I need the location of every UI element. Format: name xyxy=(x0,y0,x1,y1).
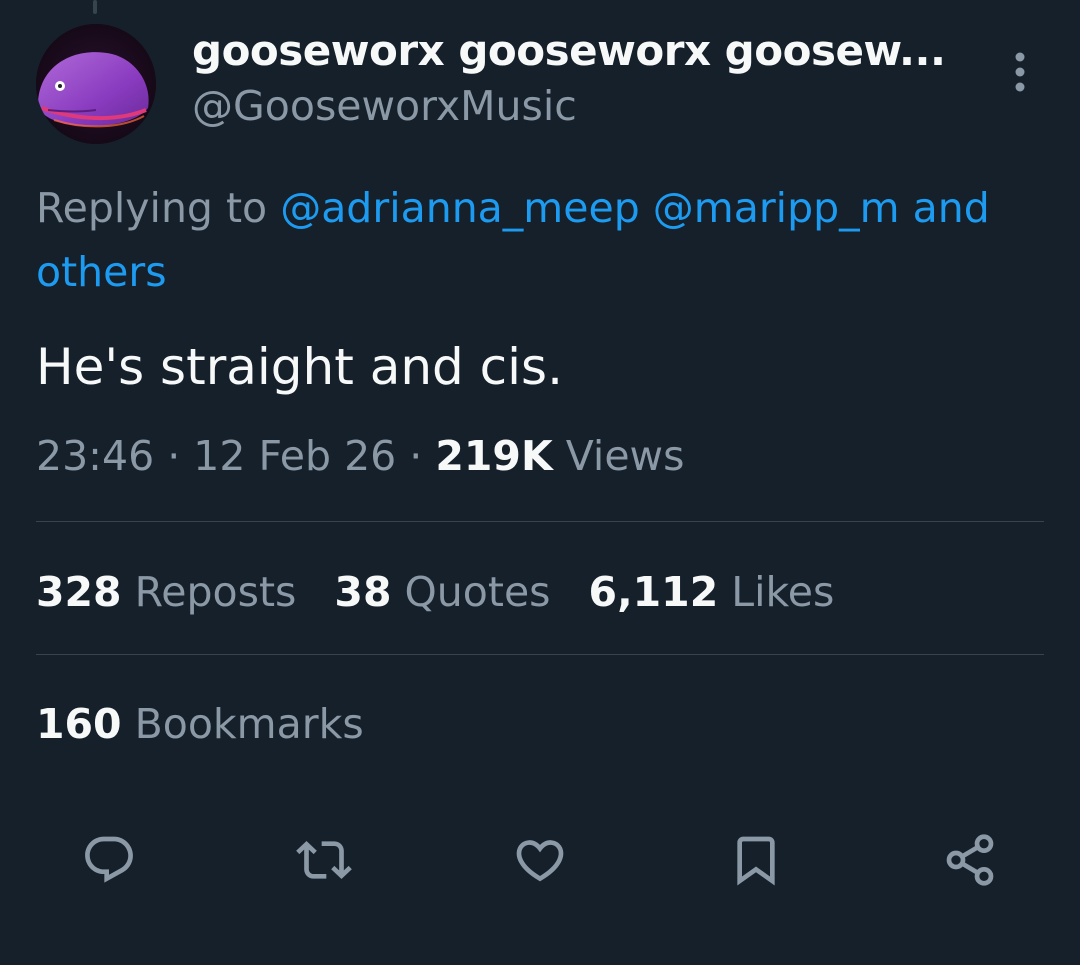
share-icon xyxy=(946,834,994,886)
mention-link[interactable]: @maripp_m xyxy=(653,184,900,232)
reposts-stat[interactable]: 328 Reposts xyxy=(36,560,296,624)
divider xyxy=(36,521,1044,522)
quotes-label: Quotes xyxy=(404,568,551,616)
share-button[interactable] xyxy=(938,828,1002,892)
quotes-stat[interactable]: 38 Quotes xyxy=(334,560,550,624)
more-vertical-icon xyxy=(1015,52,1025,92)
author-display-name[interactable]: gooseworx gooseworx goosew... xyxy=(192,26,946,75)
likes-stat[interactable]: 6,112 Likes xyxy=(589,560,835,624)
bookmark-button[interactable] xyxy=(724,828,788,892)
bookmarks-label: Bookmarks xyxy=(134,700,364,748)
meta-separator: · xyxy=(154,432,194,480)
repost-button[interactable] xyxy=(292,828,356,892)
views-label: Views xyxy=(565,432,685,480)
reply-icon xyxy=(85,836,133,883)
like-button[interactable] xyxy=(508,828,572,892)
reposts-label: Reposts xyxy=(134,568,297,616)
meta-separator: · xyxy=(396,432,436,480)
likes-count: 6,112 xyxy=(588,568,719,616)
avatar-image xyxy=(36,24,156,144)
divider xyxy=(36,654,1044,655)
likes-label: Likes xyxy=(731,568,835,616)
quotes-count: 38 xyxy=(334,568,392,616)
more-options-button[interactable] xyxy=(1000,48,1040,96)
repost-icon xyxy=(296,841,352,879)
tweet-date[interactable]: 12 Feb 26 xyxy=(193,432,396,480)
tweet-meta: 23:46 · 12 Feb 26 · 219K Views xyxy=(36,424,684,488)
tweet-time[interactable]: 23:46 xyxy=(36,432,154,480)
reposts-count: 328 xyxy=(36,568,122,616)
avatar[interactable] xyxy=(36,24,156,144)
replying-to-label: Replying to xyxy=(36,184,281,232)
replying-to: Replying to @adrianna_meep @maripp_m and… xyxy=(36,176,1076,304)
tweet-text: He's straight and cis. xyxy=(36,338,564,396)
bookmark-icon xyxy=(737,836,775,886)
views-count: 219K xyxy=(435,432,553,480)
reply-button[interactable] xyxy=(77,828,141,892)
author-handle[interactable]: @GooseworxMusic xyxy=(192,82,577,130)
mention-link[interactable]: @adrianna_meep xyxy=(280,184,640,232)
like-icon xyxy=(516,840,564,882)
bookmarks-count: 160 xyxy=(36,700,122,748)
thread-connector-line xyxy=(93,0,97,14)
engagement-stats: 328 Reposts 38 Quotes 6,112 Likes xyxy=(36,560,872,624)
bookmarks-stat[interactable]: 160 Bookmarks xyxy=(36,692,364,756)
